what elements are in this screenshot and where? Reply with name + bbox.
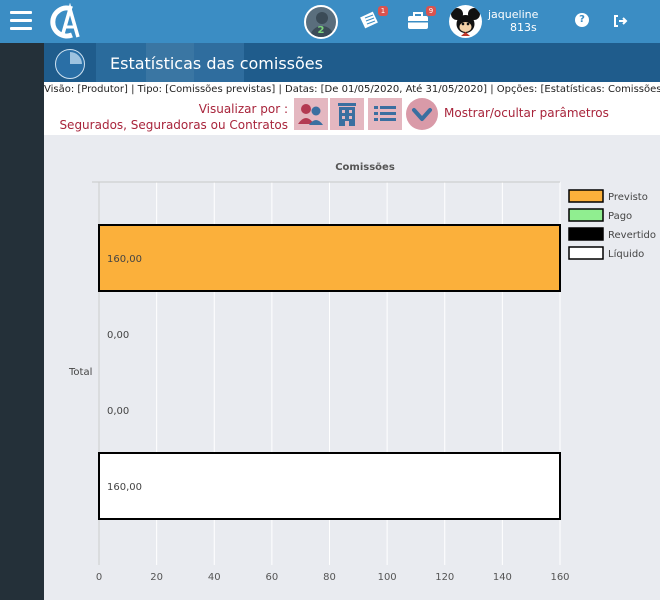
chevron-down-icon [412, 108, 432, 121]
x-tick-label: 80 [323, 572, 336, 583]
chart-canvas: 0 20 40 60 80 100 120 140 160 Comissões Total 160,0… [68, 162, 656, 583]
legend-label: Revertido [608, 230, 656, 241]
help-icon[interactable]: ? [575, 13, 589, 27]
legend-swatch-líquido [568, 246, 604, 260]
list-icon [374, 106, 396, 121]
view-by-insurer-button[interactable] [330, 98, 364, 130]
x-tick-label: 60 [266, 572, 279, 583]
bar-value-label: 0,00 [107, 330, 129, 341]
pie-chart-icon [55, 49, 85, 79]
legend-label: Pago [608, 211, 632, 222]
app-logo[interactable] [46, 3, 84, 41]
top-bar: 2 1 9 jaqueline 813s ? [0, 0, 660, 43]
notifications-icon[interactable]: 1 [359, 6, 388, 31]
view-by-label: Visualizar por : Segurados, Seguradoras … [59, 101, 288, 133]
x-tick-label: 40 [208, 572, 221, 583]
commissions-chart: 0 20 40 60 80 100 120 140 160 Comissões Total 160,0… [44, 135, 660, 600]
legend-swatch-pago [568, 208, 604, 222]
bar-líquido [98, 452, 561, 520]
notifications-badge: 1 [378, 6, 388, 16]
briefcase-icon[interactable]: 9 [407, 6, 436, 31]
left-sidebar [0, 43, 44, 600]
filter-summary: Visão: [Produtor] | Tipo: [Comissões pre… [44, 82, 660, 97]
x-tick-label: 140 [493, 572, 512, 583]
legend-label: Previsto [608, 192, 648, 203]
hamburger-menu-icon[interactable] [10, 11, 32, 31]
x-tick-label: 160 [550, 572, 569, 583]
view-by-label-line1: Visualizar por : [198, 102, 288, 116]
people-icon [298, 104, 323, 125]
view-by-insured-button[interactable] [294, 98, 328, 130]
chart-title: Comissões [335, 162, 395, 173]
building-icon [338, 103, 356, 126]
legend-swatch-revertido [568, 227, 604, 241]
users-online-count: 2 [317, 25, 325, 36]
toggle-parameters-link[interactable]: Mostrar/ocultar parâmetros [444, 106, 609, 120]
category-label: Total [68, 367, 92, 378]
x-tick-label: 120 [435, 572, 454, 583]
bar-value-label: 160,00 [107, 254, 142, 265]
x-tick-label: 20 [150, 572, 163, 583]
bar-value-label: 160,00 [107, 482, 142, 493]
bar-value-label: 0,00 [107, 406, 129, 417]
briefcase-badge: 9 [426, 6, 436, 16]
page-title: Estatísticas das comissões [110, 54, 323, 73]
x-tick-label: 0 [96, 572, 102, 583]
view-by-label-line2: Segurados, Seguradoras ou Contratos [59, 118, 288, 132]
bar-previsto [98, 224, 561, 292]
user-avatar[interactable] [449, 5, 482, 38]
logout-icon[interactable] [612, 13, 628, 29]
legend-swatch-previsto [568, 189, 604, 203]
user-name: jaqueline [488, 8, 539, 21]
users-online-avatar[interactable]: 2 [304, 5, 338, 39]
legend-label: Líquido [608, 248, 644, 260]
toggle-parameters-button[interactable] [406, 98, 438, 130]
x-tick-label: 100 [378, 572, 397, 583]
session-time: 813s [510, 21, 537, 34]
view-by-contracts-button[interactable] [368, 98, 402, 130]
